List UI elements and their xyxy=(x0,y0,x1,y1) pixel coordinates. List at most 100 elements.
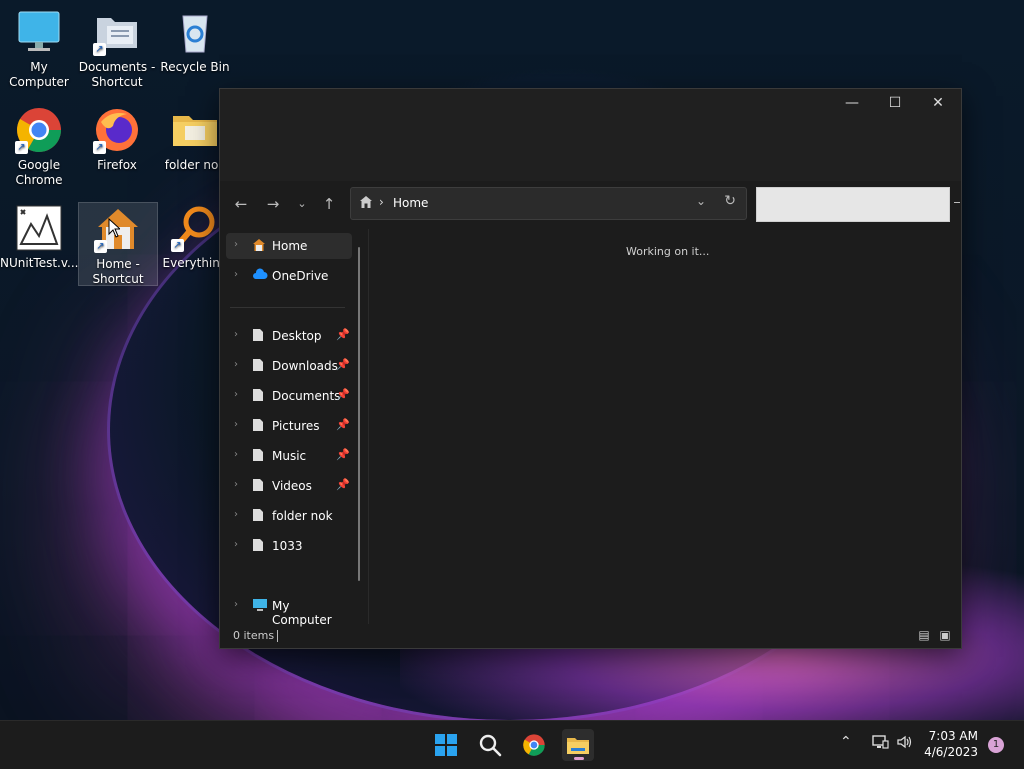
expand-chevron-icon[interactable]: › xyxy=(234,389,238,400)
sidebar-item-videos[interactable]: › Videos 📌 xyxy=(226,473,352,499)
search-edge-icon xyxy=(954,202,960,203)
status-bar: 0 items ▤ ▣ xyxy=(220,624,961,648)
windows-logo-icon xyxy=(435,734,457,756)
details-view-button[interactable]: ▤ xyxy=(916,628,932,642)
taskbar-file-explorer-button[interactable] xyxy=(562,729,594,761)
show-hidden-icons-button[interactable]: ⌃ xyxy=(840,734,852,750)
sidebar-item-folder-nok[interactable]: › folder nok xyxy=(226,503,352,529)
sidebar-item-label: Desktop xyxy=(272,329,322,343)
shortcut-arrow-icon: ↗ xyxy=(93,43,106,56)
active-indicator xyxy=(574,757,584,760)
network-icon[interactable] xyxy=(871,734,889,754)
pin-icon[interactable]: 📌 xyxy=(336,358,350,371)
expand-chevron-icon[interactable]: › xyxy=(234,419,238,430)
forward-button[interactable]: → xyxy=(262,193,284,215)
pin-icon[interactable]: 📌 xyxy=(336,418,350,431)
system-clock[interactable]: 7:03 AM 4/6/2023 xyxy=(924,728,978,760)
home-icon xyxy=(252,238,266,255)
expand-chevron-icon[interactable]: › xyxy=(234,329,238,340)
pin-icon[interactable]: 📌 xyxy=(336,328,350,341)
refresh-button[interactable]: ↻ xyxy=(724,193,736,209)
sidebar-item-desktop[interactable]: › Desktop 📌 xyxy=(226,323,352,349)
sidebar-scrollbar[interactable] xyxy=(358,247,360,581)
expand-chevron-icon[interactable]: › xyxy=(234,479,238,490)
expand-chevron-icon[interactable]: › xyxy=(234,269,238,280)
desktop-icon-my-computer[interactable]: My Computer xyxy=(0,8,78,90)
expand-chevron-icon[interactable]: › xyxy=(234,449,238,460)
cloud-icon xyxy=(252,268,268,283)
firefox-icon: ↗ xyxy=(93,106,141,154)
search-input[interactable] xyxy=(756,187,950,222)
monitor-icon xyxy=(15,8,63,56)
shortcut-arrow-icon: ↗ xyxy=(93,141,106,154)
pin-icon[interactable]: 📌 xyxy=(336,478,350,491)
desktop-icon-label: Firefox xyxy=(97,158,137,172)
expand-chevron-icon[interactable]: › xyxy=(234,239,238,250)
desktop-icon-label: Google Chrome xyxy=(15,158,63,187)
pin-icon[interactable]: 📌 xyxy=(336,388,350,401)
sidebar-item-label: Documents xyxy=(272,389,341,403)
volume-icon[interactable] xyxy=(896,734,914,754)
monitor-icon xyxy=(252,598,268,615)
sidebar-item-onedrive[interactable]: › OneDrive xyxy=(226,263,352,289)
back-button[interactable]: ← xyxy=(230,193,252,215)
sidebar-item-downloads[interactable]: › Downloads 📌 xyxy=(226,353,352,379)
shortcut-arrow-icon: ↗ xyxy=(171,239,184,252)
sidebar-item-my-computer[interactable]: › My Computer xyxy=(226,593,352,627)
notification-badge[interactable]: 1 xyxy=(988,737,1004,753)
start-button[interactable] xyxy=(430,729,462,761)
expand-chevron-icon[interactable]: › xyxy=(234,509,238,520)
search-icon xyxy=(479,734,502,757)
clock-date: 4/6/2023 xyxy=(924,745,978,759)
large-icons-view-button[interactable]: ▣ xyxy=(937,628,953,642)
desktop-icon-firefox[interactable]: ↗ Firefox xyxy=(78,106,156,173)
file-icon xyxy=(252,538,264,555)
pin-icon[interactable]: 📌 xyxy=(336,448,350,461)
expand-chevron-icon[interactable]: › xyxy=(234,539,238,550)
sidebar-item-label: OneDrive xyxy=(272,269,329,283)
file-explorer-window[interactable]: — ☐ ✕ ← → ⌄ ↑ › Home ⌄ ↻ › Home › OneDri… xyxy=(219,88,962,649)
sidebar-item-music[interactable]: › Music 📌 xyxy=(226,443,352,469)
desktop-icon-home-shortcut[interactable]: ↗ Home - Shortcut xyxy=(78,202,158,286)
maximize-button[interactable]: ☐ xyxy=(873,89,917,117)
desktop-icon-label: Documents - Shortcut xyxy=(78,60,156,89)
chrome-icon: ↗ xyxy=(15,106,63,154)
minimize-button[interactable]: — xyxy=(830,89,874,117)
desktop-icon-label: folder nok xyxy=(164,158,226,172)
sidebar-item-label: Videos xyxy=(272,479,312,493)
desktop-icon-chrome[interactable]: ↗ Google Chrome xyxy=(0,106,78,188)
expand-chevron-icon[interactable]: › xyxy=(234,599,238,610)
expand-chevron-icon[interactable]: › xyxy=(234,359,238,370)
sidebar-item-documents[interactable]: › Documents 📌 xyxy=(226,383,352,409)
desktop-icon-nunittest[interactable]: NUnitTest.v... xyxy=(0,204,78,271)
desktop-icon-documents-shortcut[interactable]: ↗ Documents - Shortcut xyxy=(78,8,156,90)
sidebar-item-pictures[interactable]: › Pictures 📌 xyxy=(226,413,352,439)
close-button[interactable]: ✕ xyxy=(916,89,960,117)
sidebar-item-home[interactable]: › Home xyxy=(226,233,352,259)
nunit-icon xyxy=(15,204,63,252)
title-bar[interactable]: — ☐ ✕ xyxy=(220,89,961,181)
sidebar-item-1033[interactable]: › 1033 xyxy=(226,533,352,559)
address-bar[interactable]: › Home ⌄ ↻ xyxy=(350,187,747,220)
up-button[interactable]: ↑ xyxy=(318,193,340,215)
file-icon xyxy=(252,388,264,405)
sidebar-item-label: Pictures xyxy=(272,419,320,433)
recent-locations-button[interactable]: ⌄ xyxy=(291,193,313,215)
item-count: 0 items xyxy=(233,629,275,642)
recycle-bin-icon xyxy=(171,8,219,56)
taskbar-search-button[interactable] xyxy=(474,729,506,761)
address-dropdown-button[interactable]: ⌄ xyxy=(696,194,706,208)
sidebar-divider xyxy=(230,307,345,308)
mouse-cursor-icon xyxy=(108,217,122,241)
navigation-pane[interactable]: › Home › OneDrive › Desktop 📌 › Download… xyxy=(220,229,368,627)
breadcrumb-home[interactable]: Home xyxy=(393,196,428,210)
file-icon xyxy=(252,508,264,525)
desktop-icon-recycle-bin[interactable]: Recycle Bin xyxy=(156,8,234,75)
pane-splitter[interactable] xyxy=(368,229,369,624)
file-icon xyxy=(252,418,264,435)
taskbar-chrome-button[interactable] xyxy=(518,729,550,761)
everything-search-icon: ↗ xyxy=(171,204,219,252)
home-icon xyxy=(359,195,373,212)
sidebar-item-label: folder nok xyxy=(272,509,333,523)
sidebar-item-label: Downloads xyxy=(272,359,338,373)
